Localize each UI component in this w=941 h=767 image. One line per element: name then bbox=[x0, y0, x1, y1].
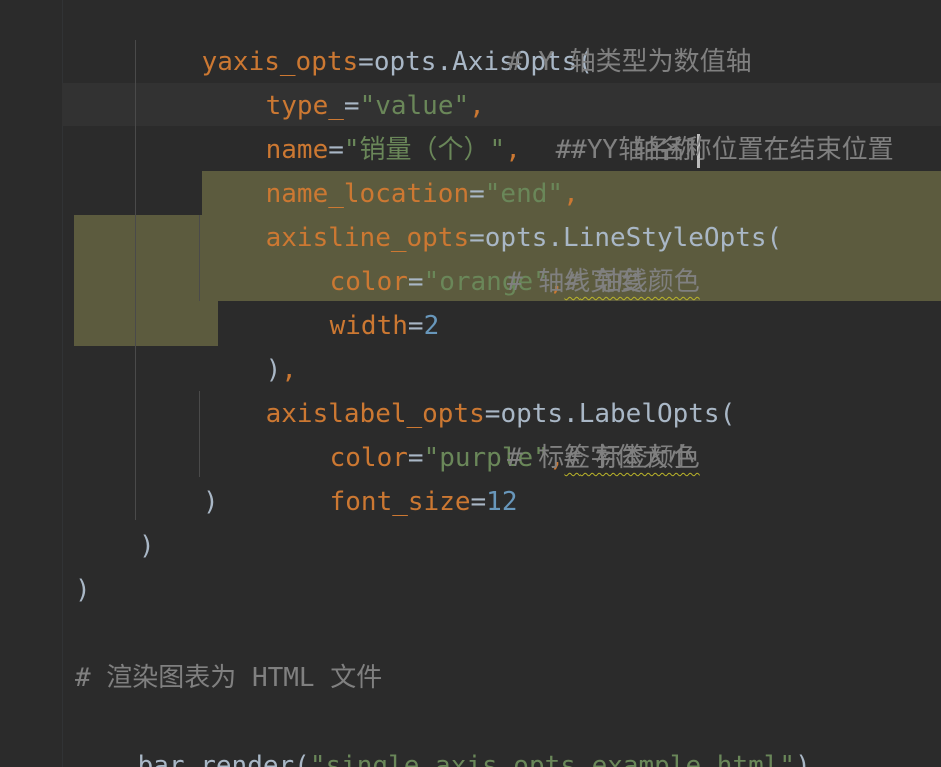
comment: # Y 轴名称位置在结束位置 bbox=[571, 135, 894, 165]
close-paren[interactable]: ) bbox=[203, 480, 219, 524]
close-paren[interactable]: ) bbox=[139, 524, 155, 568]
string-literal: "single_axis_opts_example.html" bbox=[309, 751, 796, 767]
code-editor[interactable]: yaxis_opts=opts.AxisOpts( type_="value",… bbox=[0, 0, 941, 767]
operator: = bbox=[470, 487, 487, 517]
code-line-comment: # Y 轴名称 bbox=[493, 84, 701, 168]
selection-highlight bbox=[74, 301, 218, 346]
indent-guide bbox=[199, 215, 200, 301]
number-literal: 12 bbox=[486, 487, 518, 517]
code-line[interactable]: bar.render("single_axis_opts_example.htm… bbox=[75, 700, 811, 767]
code-line[interactable]: axislabel_opts=opts.LabelOpts( bbox=[203, 348, 736, 429]
comment: # Y 轴类型为数值轴 bbox=[507, 47, 752, 77]
close-paren[interactable]: ) bbox=[75, 568, 91, 612]
comment[interactable]: # 渲染图表为 HTML 文件 bbox=[75, 656, 382, 700]
code-line[interactable]: yaxis_opts=opts.AxisOpts( bbox=[139, 0, 593, 77]
indent-guide bbox=[135, 40, 136, 520]
keyword-arg: font_size bbox=[329, 487, 471, 517]
code-line[interactable]: name="销量（个）", bbox=[203, 84, 521, 165]
operator: = bbox=[407, 311, 424, 341]
call-expression: bar.render( bbox=[137, 751, 310, 767]
close-paren: ) bbox=[795, 751, 811, 767]
keyword-arg: width bbox=[329, 311, 408, 341]
editor-gutter bbox=[0, 0, 63, 767]
comment: # 轴线宽度 bbox=[507, 267, 643, 297]
code-line[interactable]: width=2 bbox=[267, 260, 440, 341]
code-line[interactable]: axisline_opts=opts.LineStyleOpts( bbox=[203, 172, 783, 253]
number-literal: 2 bbox=[423, 311, 440, 341]
code-line[interactable]: type_="value", bbox=[203, 40, 485, 121]
code-line[interactable]: ), bbox=[203, 304, 297, 385]
code-line[interactable]: color="orange",# 轴线颜色 bbox=[267, 216, 700, 297]
code-line[interactable]: font_size=12 bbox=[267, 436, 518, 517]
code-line[interactable]: color="purple",# 标签颜色 bbox=[267, 392, 700, 473]
comment: # 标签字体大小 bbox=[507, 443, 695, 473]
code-line[interactable]: name_location="end", bbox=[203, 128, 579, 209]
indent-guide bbox=[199, 391, 200, 477]
